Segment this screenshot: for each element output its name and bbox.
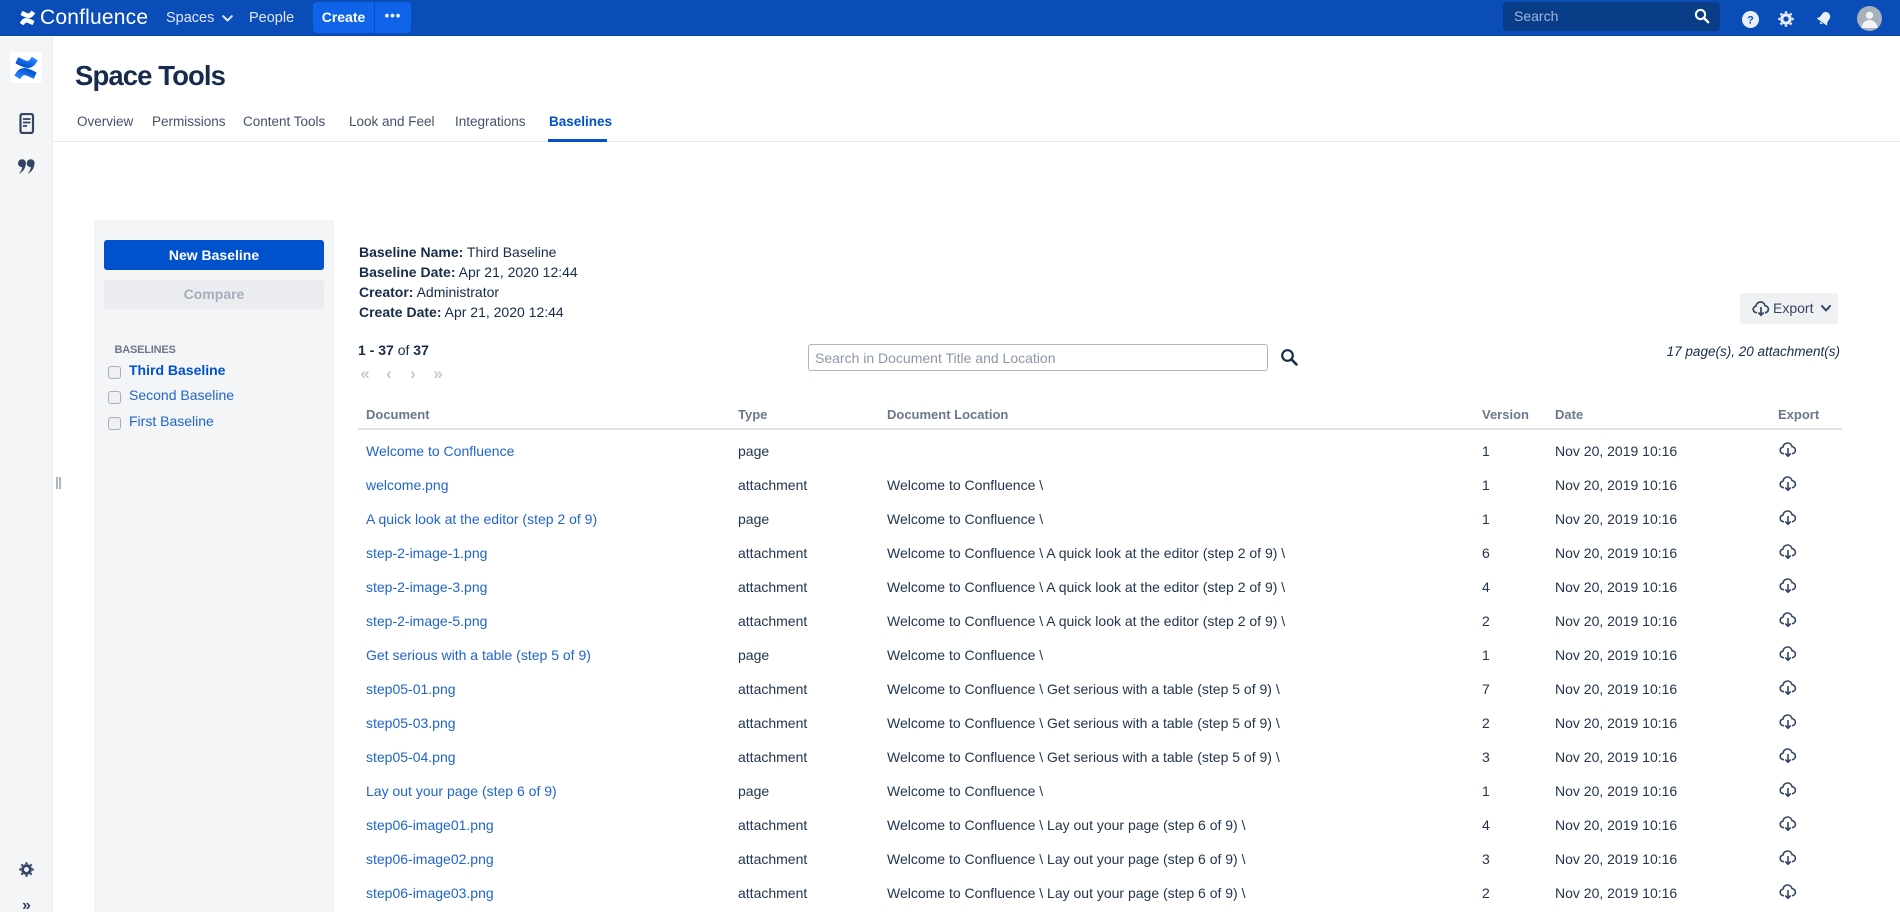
svg-text:?: ? xyxy=(1747,15,1754,27)
